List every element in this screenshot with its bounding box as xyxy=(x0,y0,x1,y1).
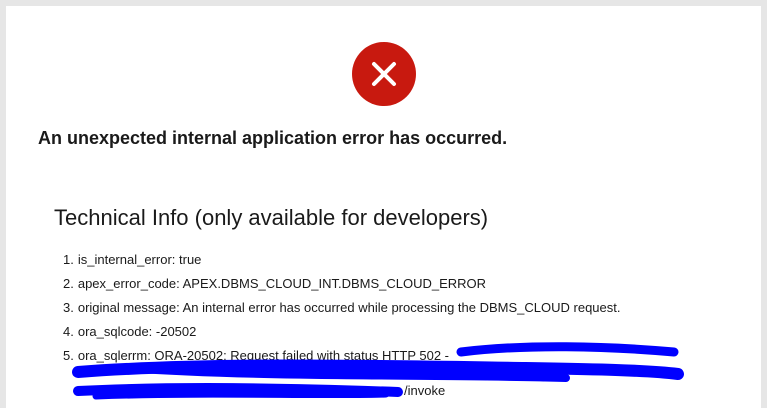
item-number: 3. xyxy=(63,300,74,315)
error-x-icon xyxy=(372,62,396,86)
list-item: 3. original message: An internal error ha… xyxy=(63,296,621,320)
item-number: 1. xyxy=(63,252,74,267)
technical-info-list: 1. is_internal_error: true 2. apex_error_c… xyxy=(63,248,621,368)
item-number: 4. xyxy=(63,324,74,339)
list-item: 1. is_internal_error: true xyxy=(63,248,621,272)
url-tail-text: /invoke xyxy=(404,383,446,398)
error-headline: An unexpected internal application error… xyxy=(38,128,508,148)
error-page: An unexpected internal application error… xyxy=(6,6,761,408)
item-text: original message: An internal error has … xyxy=(77,300,621,315)
item-number: 2. xyxy=(63,276,74,291)
item-number: 5. xyxy=(63,348,74,363)
item-text: ora_sqlerrm: ORA-20502: Request failed w… xyxy=(77,348,449,363)
item-text: is_internal_error: true xyxy=(77,252,202,267)
error-icon xyxy=(352,42,416,106)
item-text: apex_error_code: APEX.DBMS_CLOUD_INT.DBM… xyxy=(77,276,487,291)
list-item: 4. ora_sqlcode: -20502 xyxy=(63,320,621,344)
item-text: ora_sqlcode: -20502 xyxy=(77,324,197,339)
list-item: 5. ora_sqlerrm: ORA-20502: Request failed… xyxy=(63,344,621,368)
list-item: 2. apex_error_code: APEX.DBMS_CLOUD_INT.D… xyxy=(63,272,621,296)
technical-info-title: Technical Info (only available for devel… xyxy=(54,205,489,230)
